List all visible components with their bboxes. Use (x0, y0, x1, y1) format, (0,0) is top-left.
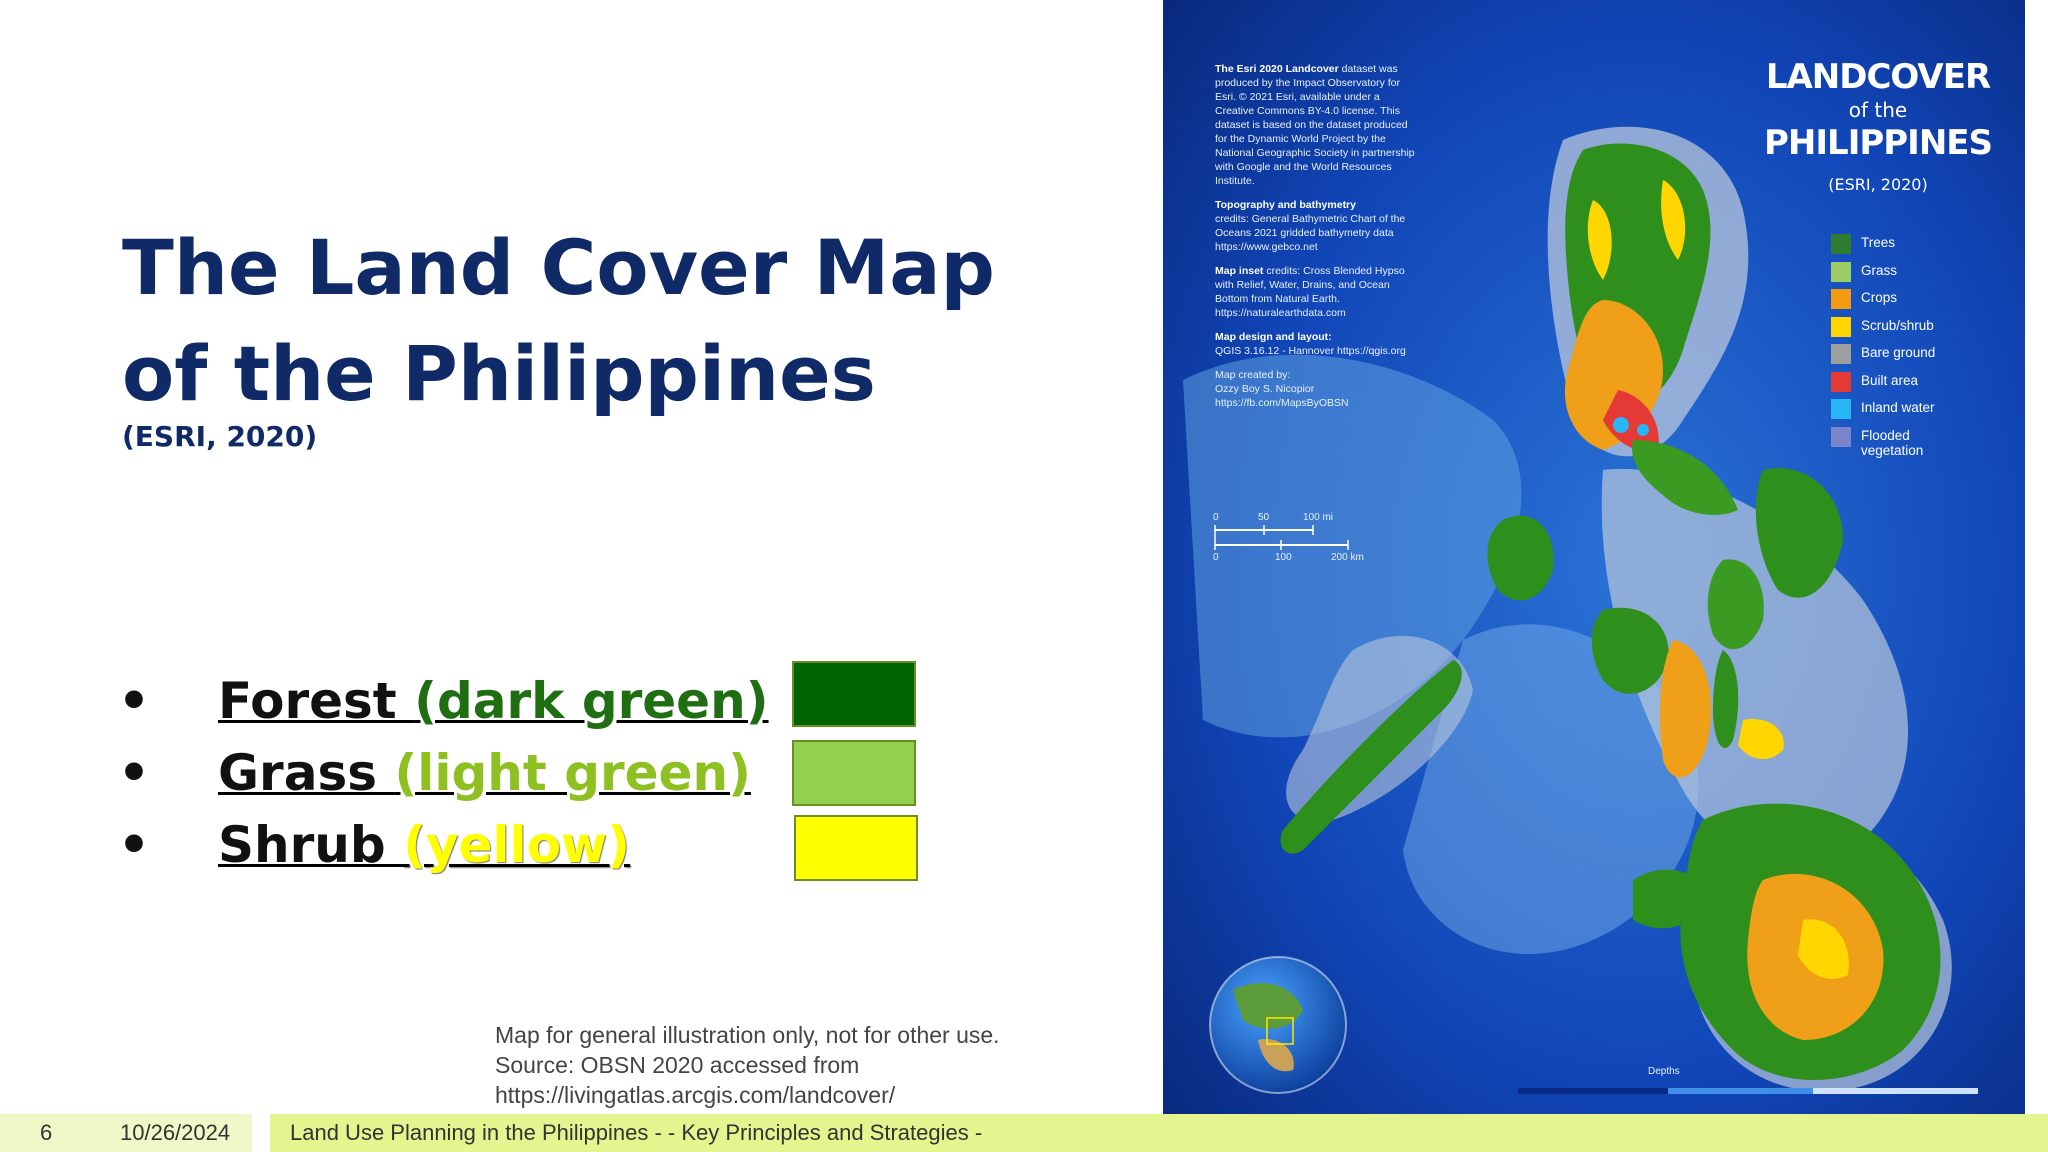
map-disclaimer-note: Map for general illustration only, not f… (495, 1020, 1000, 1110)
credits-esri-text: dataset was produced by the Impact Obser… (1215, 63, 1415, 187)
credits-topography: Topography and bathymetry credits: Genera… (1215, 198, 1420, 254)
credits-design-text: QGIS 3.16.12 - Hannover https://qgis.org (1215, 345, 1406, 357)
legend-label: Crops (1861, 290, 1898, 305)
map-title-line1: LANDCOVER (1765, 57, 1991, 97)
legend-swatch (1831, 426, 1851, 447)
scale-mi-100: 100 mi (1303, 512, 1334, 523)
bullet-symbol: • (118, 672, 150, 730)
legend-swatch (1831, 289, 1851, 309)
landcover-map-image: The Esri 2020 Landcover dataset was prod… (1163, 0, 2025, 1132)
credits-topo-text: credits: General Bathymetric Chart of th… (1215, 213, 1406, 253)
footer-date: 10/26/2024 (120, 1120, 231, 1145)
scale-km-0: 0 (1213, 552, 1219, 563)
scale-km-100: 100 (1275, 552, 1292, 563)
shrub-color-swatch (794, 815, 918, 881)
credits-created-text: Ozzy Boy S. Nicopior https://fb.com/Maps… (1215, 383, 1349, 409)
legend-label: Flooded vegetation (1861, 427, 1924, 458)
scale-mi-50: 50 (1258, 512, 1270, 523)
slide-subtitle: (ESRI, 2020) (122, 420, 318, 453)
note-line: Map for general illustration only, not f… (495, 1022, 1000, 1048)
credits-created-title: Map created by: (1215, 369, 1291, 381)
legend-swatch (1831, 399, 1851, 419)
legend-swatch (1831, 316, 1851, 337)
map-title-line3: PHILIPPINES (1764, 123, 1993, 163)
bullet-color-description: (dark green) (414, 672, 769, 730)
credits-inset: Map inset credits: Cross Blended Hypso w… (1215, 264, 1420, 320)
credits-design-title: Map design and layout: (1215, 331, 1332, 343)
credits-inset-title: Map inset (1215, 265, 1264, 277)
forest-color-swatch (792, 661, 916, 727)
bullet-text: Forest (dark green) (218, 665, 769, 737)
footer-title: Land Use Planning in the Philippines - -… (290, 1120, 983, 1145)
bullet-symbol: • (118, 744, 150, 802)
map-credits: The Esri 2020 Landcover dataset was prod… (1215, 62, 1420, 420)
note-line: Source: OBSN 2020 accessed from (495, 1052, 860, 1078)
legend-label: Inland water (1861, 400, 1935, 415)
scale-km-200: 200 km (1331, 552, 1364, 563)
credits-design: Map design and layout: QGIS 3.16.12 - Han… (1215, 330, 1420, 358)
legend-label: Bare ground (1861, 345, 1936, 360)
credits-created: Map created by: Ozzy Boy S. Nicopior http… (1215, 368, 1420, 410)
bullet-name: Forest (218, 672, 415, 730)
legend-label: Scrub/shrub (1861, 317, 1934, 333)
depth-scale-label: Depths (1648, 1066, 1680, 1077)
slide: The Land Cover Map of the Philippines (E… (0, 0, 2048, 1152)
slide-title: The Land Cover Map of the Philippines (122, 223, 995, 418)
slide-number: 6 (40, 1120, 53, 1145)
legend-label: Grass (1861, 262, 1898, 278)
bullet-text: Grass (light green) (218, 737, 751, 809)
bullet-symbol: • (118, 816, 150, 874)
legend-swatch (1831, 371, 1851, 392)
map-title-block: LANDCOVER of the PHILIPPINES (ESRI, 2020… (1753, 56, 2003, 202)
bullet-color-description: (yellow) (403, 816, 631, 874)
credits-topo-title: Topography and bathymetry (1215, 199, 1356, 211)
legend-label: Trees (1861, 235, 1896, 250)
credits-esri-title: The Esri 2020 Landcover (1215, 63, 1339, 75)
legend-swatch (1831, 344, 1851, 364)
bullet-color-description: (light green) (394, 744, 751, 802)
bullet-name: Shrub (218, 816, 404, 874)
grass-color-swatch (792, 740, 916, 806)
bullet-name: Grass (218, 744, 395, 802)
legend-label: Built area (1861, 372, 1919, 388)
map-title-line2: of the (1848, 98, 1908, 122)
map-title-source: (ESRI, 2020) (1828, 175, 1928, 194)
scale-mi-0: 0 (1213, 512, 1219, 523)
credits-esri: The Esri 2020 Landcover dataset was prod… (1215, 62, 1420, 188)
legend-swatch (1831, 234, 1851, 254)
depth-label: Depths (1648, 1066, 1680, 1077)
bullet-text: Shrub (yellow) (218, 809, 630, 881)
legend-swatch (1831, 261, 1851, 282)
source-url: https://livingatlas.arcgis.com/landcover… (495, 1082, 896, 1108)
